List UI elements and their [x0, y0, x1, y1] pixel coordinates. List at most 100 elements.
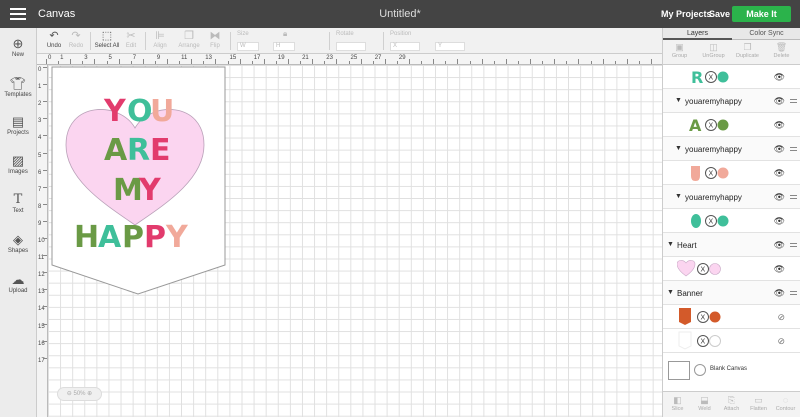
ruler-tick	[457, 59, 459, 64]
attach-button[interactable]: ⎘ Attach	[718, 395, 745, 412]
ruler-number: 29	[398, 55, 406, 61]
align-button[interactable]: ⊫ Align	[149, 30, 171, 49]
layer-row[interactable]: X ⊘	[663, 329, 800, 353]
tab-layers[interactable]: Layers	[663, 28, 732, 40]
visibility-eye-icon[interactable]: 👁︎	[774, 72, 785, 83]
visibility-eye-icon[interactable]: 👁︎	[774, 192, 785, 203]
group-button[interactable]: ▣ Group	[666, 42, 693, 59]
sidebar-item-templates[interactable]: 👕︎ Templates	[0, 76, 36, 98]
x-position-field[interactable]: X	[390, 42, 420, 51]
layer-group-row[interactable]: ▼ youaremyhappy 👁︎	[663, 185, 800, 209]
layer-group-row[interactable]: ▼ Heart 👁︎	[663, 233, 800, 257]
layer-row[interactable]: R X 👁︎	[663, 65, 800, 89]
sidebar-item-images[interactable]: ▨ Images	[0, 153, 36, 175]
drag-handle-icon[interactable]	[790, 195, 797, 201]
layer-row[interactable]: X ⊘	[663, 305, 800, 329]
width-field[interactable]: W	[237, 42, 259, 51]
drag-handle-icon[interactable]	[790, 291, 797, 297]
ruler-tick	[94, 59, 96, 64]
visibility-eye-icon[interactable]: 👁︎	[774, 288, 785, 299]
zoom-control[interactable]: ⊖ 50% ⊕	[57, 387, 102, 401]
rotate-field[interactable]	[336, 42, 366, 51]
duplicate-button[interactable]: ❐ Duplicate	[734, 42, 761, 59]
sidebar-item-new[interactable]: ⊕ New	[0, 36, 36, 58]
chevron-down-icon[interactable]: ▼	[675, 193, 682, 200]
undo-icon: ↶	[49, 30, 59, 42]
zoom-out-icon[interactable]: ⊖	[67, 391, 72, 397]
visibility-eye-icon[interactable]: 👁︎	[774, 240, 785, 251]
my-projects-link[interactable]: My Projects	[661, 9, 712, 19]
letter: Y	[138, 173, 162, 208]
layer-group-row[interactable]: ▼ Banner 👁︎	[663, 281, 800, 305]
edit-button[interactable]: ✂ Edit	[121, 30, 141, 49]
layer-group-row[interactable]: ▼ youaremyhappy 👁︎	[663, 89, 800, 113]
sidebar-item-projects[interactable]: ▤ Projects	[0, 114, 36, 136]
ruler-number: 7	[38, 186, 42, 193]
layer-thumbnail: R X	[691, 68, 729, 87]
svg-text:X: X	[701, 315, 706, 322]
ungroup-button[interactable]: ◫ UnGroup	[700, 42, 727, 59]
visibility-eye-icon[interactable]: 👁︎	[774, 264, 785, 275]
ruler-tick	[239, 59, 241, 64]
trash-icon: 🗑︎	[775, 42, 788, 52]
chevron-down-icon[interactable]: ▼	[667, 241, 674, 248]
group-label: Group	[671, 53, 688, 59]
layer-group-row[interactable]: ▼ youaremyhappy 👁︎	[663, 137, 800, 161]
layer-row[interactable]: X 👁︎	[663, 161, 800, 185]
visibility-eye-icon[interactable]: 👁︎	[774, 144, 785, 155]
chevron-down-icon[interactable]: ▼	[675, 97, 682, 104]
sidebar-item-label: Text	[12, 208, 24, 214]
canvas-color-picker[interactable]	[694, 364, 706, 376]
visibility-eye-icon[interactable]: 👁︎	[774, 216, 785, 227]
flip-button[interactable]: ⧓ Flip	[206, 30, 224, 49]
lock-icon[interactable]: 🔒︎	[283, 29, 287, 39]
tab-color-sync[interactable]: Color Sync	[732, 28, 800, 40]
visibility-eye-icon[interactable]: 👁︎	[774, 120, 785, 131]
zoom-in-icon[interactable]: ⊕	[87, 391, 92, 397]
redo-button[interactable]: ↷ Redo	[67, 30, 85, 49]
ruler-tick	[43, 220, 47, 222]
sidebar-item-shapes[interactable]: ◈ Shapes	[0, 232, 36, 254]
blank-canvas-swatch[interactable]	[668, 361, 690, 380]
ungroup-label: UnGroup	[702, 53, 725, 59]
layer-row[interactable]: A X 👁︎	[663, 113, 800, 137]
make-it-button[interactable]: Make It	[732, 6, 791, 22]
layer-row[interactable]: X 👁︎	[663, 257, 800, 281]
svg-text:X: X	[709, 75, 714, 82]
undo-button[interactable]: ↶ Undo	[45, 30, 63, 49]
save-button[interactable]: Save	[709, 9, 730, 19]
blank-canvas-row[interactable]: Blank Canvas	[663, 353, 800, 391]
arrange-icon: ❐	[184, 30, 194, 42]
contour-button[interactable]: ◌ Contour	[772, 395, 799, 412]
drag-handle-icon[interactable]	[790, 243, 797, 249]
drag-handle-icon[interactable]	[790, 99, 797, 105]
layer-row[interactable]: X 👁︎	[663, 209, 800, 233]
ruler-tick	[336, 59, 338, 64]
hidden-eye-icon[interactable]: ⊘	[777, 336, 785, 347]
y-position-field[interactable]: Y	[435, 42, 465, 51]
ruler-tick	[590, 61, 592, 64]
sidebar-item-upload[interactable]: ☁ Upload	[0, 272, 36, 294]
svg-text:X: X	[701, 339, 706, 346]
height-field[interactable]: H	[273, 42, 295, 51]
banner-design[interactable]: Y O U A R E M Y H A P P Y	[48, 65, 662, 417]
flatten-button[interactable]: ▭ Flatten	[745, 395, 772, 412]
slice-button[interactable]: ◧ Slice	[664, 395, 691, 412]
letter: R	[127, 133, 150, 168]
arrange-button[interactable]: ❐ Arrange	[175, 30, 203, 49]
visibility-eye-icon[interactable]: 👁︎	[774, 168, 785, 179]
chevron-down-icon[interactable]: ▼	[675, 145, 682, 152]
chevron-down-icon[interactable]: ▼	[667, 289, 674, 296]
ruler-tick	[43, 357, 47, 359]
flip-icon: ⧓	[209, 30, 221, 42]
select-all-button[interactable]: ⬚ Select All	[94, 30, 120, 49]
delete-button[interactable]: 🗑︎ Delete	[768, 42, 795, 59]
layer-tools: ▣ Group ◫ UnGroup ❐ Duplicate 🗑︎ Delete	[663, 40, 800, 65]
menu-icon[interactable]	[10, 8, 26, 20]
design-canvas[interactable]: Y O U A R E M Y H A P P Y ⊖ 50% ⊕	[48, 65, 662, 417]
sidebar-item-text[interactable]: T Text	[0, 192, 36, 214]
drag-handle-icon[interactable]	[790, 147, 797, 153]
visibility-eye-icon[interactable]: 👁︎	[774, 96, 785, 107]
hidden-eye-icon[interactable]: ⊘	[777, 312, 785, 323]
weld-button[interactable]: ⬓ Weld	[691, 395, 718, 412]
